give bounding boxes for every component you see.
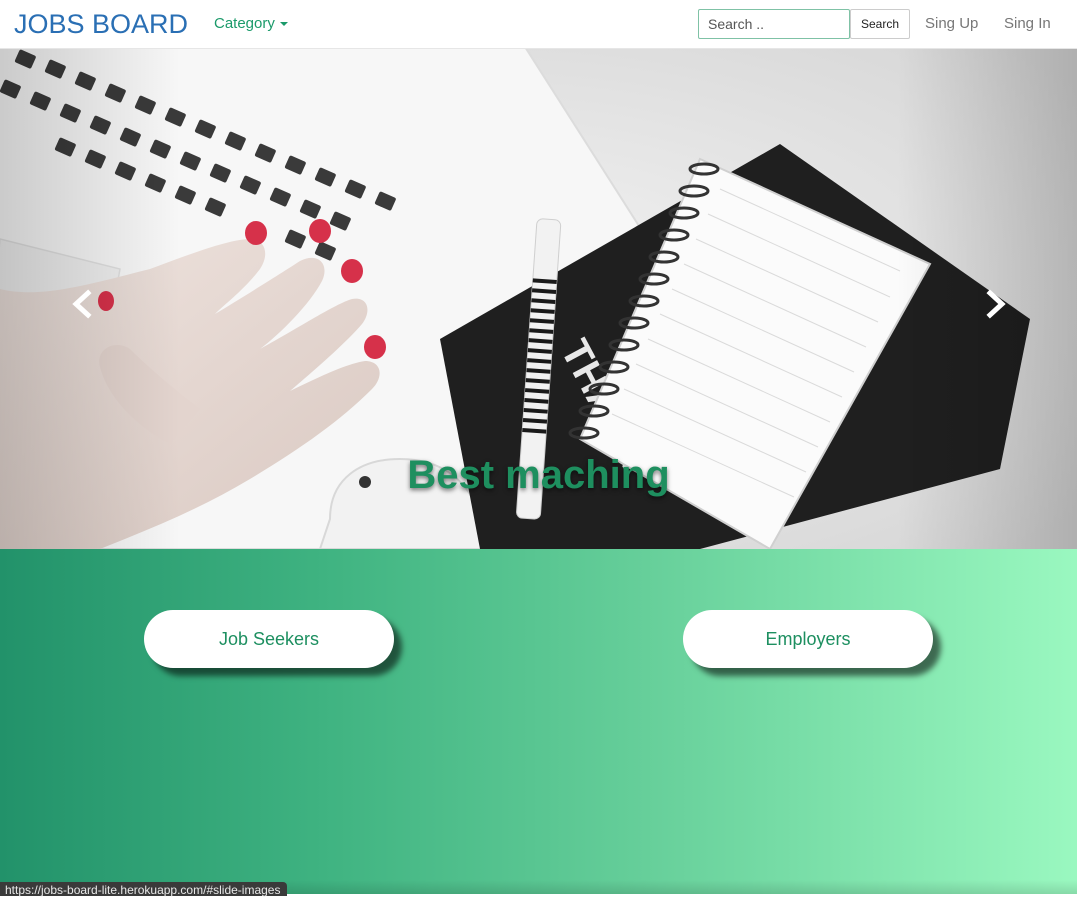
user-type-section: Job Seekers Employers — [0, 549, 1077, 894]
brand-logo[interactable]: JOBS BOARD — [14, 8, 188, 40]
top-navbar: JOBS BOARD Category Search Sing Up Sing … — [0, 0, 1077, 49]
caret-down-icon — [279, 22, 288, 26]
category-dropdown[interactable]: Category — [214, 15, 288, 33]
slide-images-carousel: THANK — [0, 49, 1077, 549]
signin-link[interactable]: Sing In — [1004, 15, 1051, 33]
chevron-right-icon[interactable] — [980, 289, 1010, 319]
search-button[interactable]: Search — [850, 9, 910, 39]
search-input[interactable] — [698, 9, 850, 39]
carousel-caption: Best maching — [407, 453, 670, 497]
signup-link[interactable]: Sing Up — [925, 15, 978, 33]
chevron-left-icon[interactable] — [68, 289, 98, 319]
employers-button[interactable]: Employers — [683, 610, 933, 668]
job-seekers-button[interactable]: Job Seekers — [144, 610, 394, 668]
category-label: Category — [214, 15, 275, 32]
